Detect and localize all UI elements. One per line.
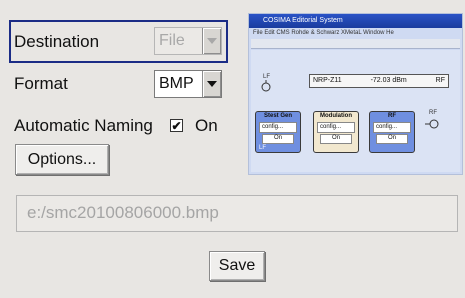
- chevron-down-icon[interactable]: [202, 28, 221, 54]
- destination-select[interactable]: File: [154, 27, 222, 55]
- save-button[interactable]: Save: [209, 251, 265, 281]
- preview-title: COSIMA Editorial System: [249, 14, 462, 28]
- checkmark-icon: ✔: [171, 118, 182, 133]
- destination-label: Destination: [14, 32, 100, 51]
- automatic-naming-label: Automatic Naming: [14, 116, 153, 135]
- chevron-down-icon[interactable]: [202, 71, 221, 97]
- block-title: Modulation: [320, 113, 352, 119]
- format-label: Format: [14, 74, 68, 93]
- preview-block-gen: Stest Gen config... On LF: [255, 111, 301, 153]
- readout-unit: RF: [435, 77, 445, 84]
- format-select[interactable]: BMP: [154, 70, 222, 98]
- destination-value: File: [159, 32, 185, 49]
- block-on: On: [376, 134, 408, 144]
- options-button[interactable]: Options...: [15, 144, 109, 175]
- automatic-naming-checkbox[interactable]: ✔: [170, 119, 183, 132]
- file-path-field[interactable]: e:/smc20100806000.bmp: [16, 195, 458, 232]
- block-title: RF: [388, 113, 396, 119]
- preview-readout: NRP-Z11 -72.03 dBm RF: [309, 74, 449, 88]
- preview-menu: File Edit CMS Rohde & Schwarz XMetaL Win…: [253, 30, 394, 36]
- block-config: config...: [317, 122, 355, 133]
- block-title: Stest Gen: [263, 113, 292, 119]
- block-on: On: [320, 134, 352, 144]
- preview-block-modulation: Modulation config... On: [313, 111, 359, 153]
- readout-device: NRP-Z11: [313, 77, 342, 84]
- connector-icon: [261, 80, 271, 92]
- preview-toolbar: [251, 39, 460, 49]
- connector-icon: [425, 119, 439, 129]
- block-on: On: [262, 134, 294, 144]
- automatic-naming-state: On: [195, 116, 218, 135]
- preview-block-rf: RF config... On: [369, 111, 415, 153]
- preview-rf-label: RF: [429, 110, 437, 116]
- format-value: BMP: [159, 75, 194, 92]
- screenshot-preview: COSIMA Editorial System File Edit CMS Ro…: [248, 13, 463, 175]
- block-config: config...: [373, 122, 411, 133]
- block-config: config...: [259, 122, 297, 133]
- readout-value: -72.03 dBm: [370, 77, 407, 84]
- block-footer: LF: [259, 145, 267, 151]
